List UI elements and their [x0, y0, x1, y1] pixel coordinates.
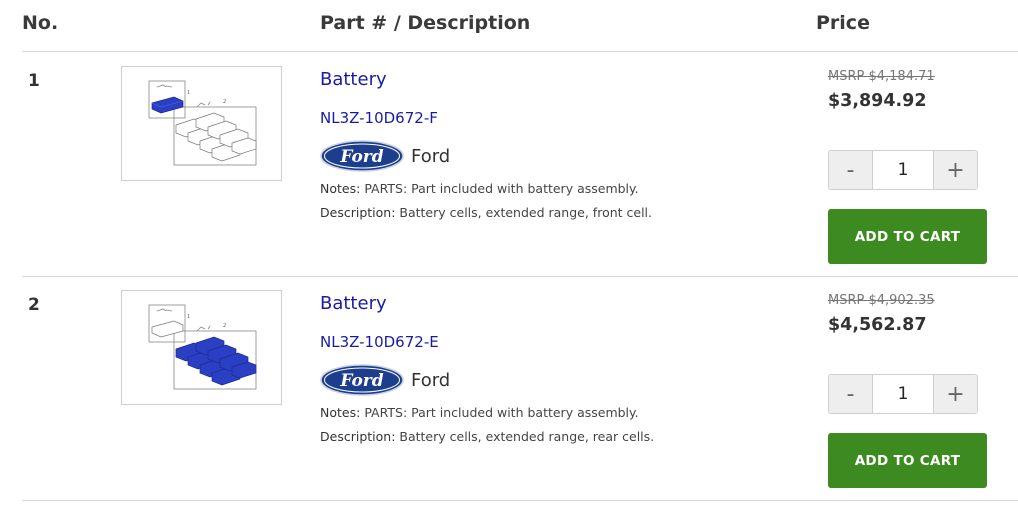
notes-text: PARTS: Part included with battery assemb… — [364, 405, 639, 420]
notes-text: PARTS: Part included with battery assemb… — [364, 181, 639, 196]
brand-name: Ford — [411, 145, 451, 167]
add-to-cart-button[interactable]: ADD TO CART — [828, 433, 987, 488]
msrp-price: MSRP $4,902.35 — [828, 293, 935, 308]
ford-logo-text: Ford — [339, 371, 383, 391]
add-to-cart-button[interactable]: ADD TO CART — [828, 209, 987, 264]
part-notes: Notes: PARTS: Part included with battery… — [320, 405, 639, 420]
battery-diagram: 2 1 — [148, 80, 257, 166]
part-description: Description: Battery cells, extended ran… — [320, 205, 652, 220]
increase-quantity-button[interactable]: + — [933, 151, 977, 189]
msrp-price: MSRP $4,184.71 — [828, 69, 935, 84]
quantity-stepper: - + — [828, 150, 978, 190]
part-diagram-image[interactable]: 2 1 — [121, 290, 282, 405]
row-number: 2 — [28, 295, 40, 315]
description-text: Battery cells, extended range, rear cell… — [399, 429, 655, 444]
decrease-quantity-button[interactable]: - — [829, 151, 873, 189]
table-row: 2 2 1 Battery NL3Z-10D672-E Ford Ford No… — [22, 277, 1018, 501]
notes-label: Notes: — [320, 181, 361, 196]
brand: Ford Ford — [320, 364, 450, 396]
brand-name: Ford — [411, 369, 451, 391]
description-label: Description: — [320, 205, 396, 220]
column-header-part: Part # / Description — [320, 12, 531, 34]
quantity-input[interactable] — [873, 375, 933, 413]
part-number-link[interactable]: NL3Z-10D672-E — [320, 333, 439, 351]
quantity-input[interactable] — [873, 151, 933, 189]
part-name-link[interactable]: Battery — [320, 293, 387, 314]
notes-label: Notes: — [320, 405, 361, 420]
quantity-stepper: - + — [828, 374, 978, 414]
ford-logo-icon: Ford — [320, 364, 404, 396]
sale-price: $3,894.92 — [828, 91, 927, 111]
ford-logo-text: Ford — [339, 147, 383, 167]
part-description: Description: Battery cells, extended ran… — [320, 429, 654, 444]
part-name-link[interactable]: Battery — [320, 69, 387, 90]
sale-price: $4,562.87 — [828, 315, 927, 335]
description-text: Battery cells, extended range, front cel… — [399, 205, 652, 220]
svg-text:1: 1 — [187, 90, 190, 96]
rear-cells — [175, 336, 257, 386]
part-notes: Notes: PARTS: Part included with battery… — [320, 181, 639, 196]
svg-text:2: 2 — [223, 99, 226, 105]
table-header: No. Part # / Description Price — [22, 0, 1018, 52]
front-cell — [151, 320, 184, 338]
brand: Ford Ford — [320, 140, 450, 172]
column-header-price: Price — [816, 12, 870, 34]
part-number-link[interactable]: NL3Z-10D672-F — [320, 109, 438, 127]
increase-quantity-button[interactable]: + — [933, 375, 977, 413]
description-label: Description: — [320, 429, 396, 444]
decrease-quantity-button[interactable]: - — [829, 375, 873, 413]
front-cell — [151, 96, 184, 114]
part-diagram-image[interactable]: 2 1 — [121, 66, 282, 181]
battery-diagram: 2 1 — [148, 304, 257, 390]
column-header-number: No. — [22, 12, 59, 34]
svg-text:2: 2 — [223, 323, 226, 329]
svg-text:1: 1 — [187, 314, 190, 320]
ford-logo-icon: Ford — [320, 140, 404, 172]
row-number: 1 — [28, 71, 40, 91]
table-row: 1 2 1 Battery NL3Z-10D672-F Ford Ford No… — [22, 53, 1018, 277]
rear-cells — [175, 112, 257, 162]
